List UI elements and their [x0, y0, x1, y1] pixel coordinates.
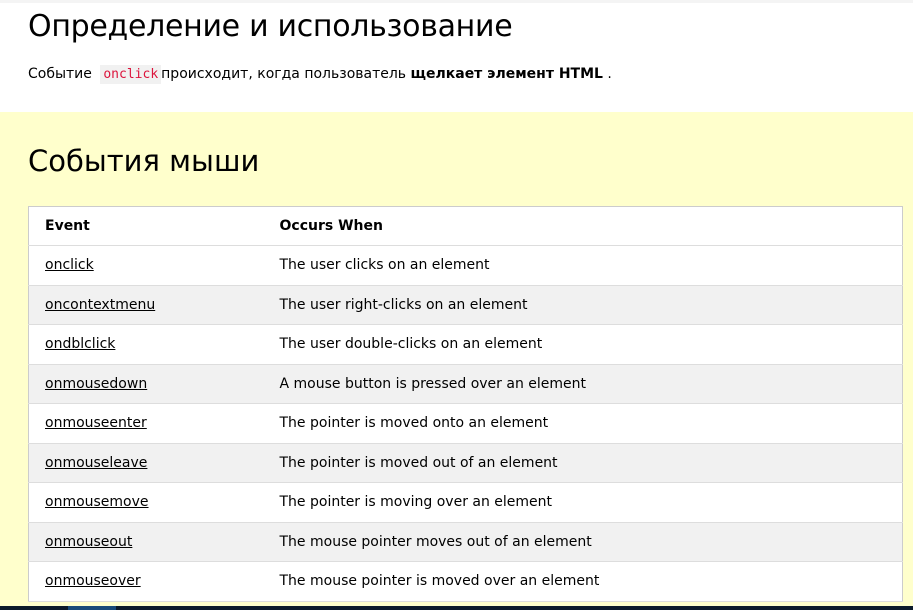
table-row: onmouseout The mouse pointer moves out of…	[28, 522, 903, 562]
description-cell: The mouse pointer moves out of an elemen…	[263, 522, 903, 562]
taskbar-item[interactable]	[68, 606, 116, 610]
event-cell: onclick	[28, 245, 264, 286]
description-cell: The pointer is moving over an element	[263, 482, 903, 523]
description-cell: A mouse button is pressed over an elemen…	[263, 364, 903, 404]
event-cell: oncontextmenu	[28, 285, 264, 325]
event-cell: onmouseout	[28, 522, 264, 562]
event-link-onmousemove[interactable]: onmousemove	[45, 494, 149, 510]
description-cell: The pointer is moved onto an element	[263, 403, 903, 444]
code-onclick: onclick	[100, 65, 162, 84]
section-title: События мыши	[28, 144, 260, 178]
event-cell: ondblclick	[28, 324, 264, 365]
header-event: Event	[28, 206, 264, 246]
event-cell: onmouseleave	[28, 443, 264, 483]
event-cell: onmouseover	[28, 561, 264, 602]
table-row: onmouseover The mouse pointer is moved ov…	[28, 561, 903, 602]
event-cell: onmouseenter	[28, 403, 264, 444]
table-row: onmousemove The pointer is moving over an…	[28, 482, 903, 523]
event-link-onmouseout[interactable]: onmouseout	[45, 534, 132, 550]
definition-section: Определение и использование Событие oncl…	[0, 0, 913, 112]
page-title: Определение и использование	[28, 9, 513, 44]
table-header: Event Occurs When	[28, 206, 903, 246]
description-cell: The mouse pointer is moved over an eleme…	[263, 561, 903, 602]
description-cell: The user clicks on an element	[263, 245, 903, 286]
text-before: Событие	[28, 66, 92, 82]
event-link-onclick[interactable]: onclick	[45, 257, 94, 273]
text-after: .	[607, 66, 612, 82]
event-link-oncontextmenu[interactable]: oncontextmenu	[45, 297, 155, 313]
table-row: oncontextmenu The user right-clicks on an…	[28, 285, 903, 325]
event-link-onmouseleave[interactable]: onmouseleave	[45, 455, 147, 471]
mouse-events-section: События мыши Event Occurs When onclick Th…	[0, 112, 913, 610]
event-cell: onmousedown	[28, 364, 264, 404]
description-cell: The user double-clicks on an element	[263, 324, 903, 365]
event-link-ondblclick[interactable]: ondblclick	[45, 336, 115, 352]
text-middle: происходит, когда пользователь	[161, 66, 407, 82]
table-row: onclick The user clicks on an element	[28, 245, 903, 286]
header-occurs-when: Occurs When	[263, 206, 903, 246]
event-cell: onmousemove	[28, 482, 264, 523]
event-link-onmouseover[interactable]: onmouseover	[45, 573, 141, 589]
event-link-onmouseenter[interactable]: onmouseenter	[45, 415, 147, 431]
description-cell: The pointer is moved out of an element	[263, 443, 903, 483]
event-link-onmousedown[interactable]: onmousedown	[45, 376, 147, 392]
definition-text: Событие onclick происходит, когда пользов…	[28, 65, 885, 84]
table-row: onmousedown A mouse button is pressed ove…	[28, 364, 903, 404]
description-cell: The user right-clicks on an element	[263, 285, 903, 325]
text-bold: щелкает элемент HTML	[410, 66, 603, 82]
table-row: onmouseenter The pointer is moved onto an…	[28, 403, 903, 444]
table-row: ondblclick The user double-clicks on an e…	[28, 324, 903, 365]
events-table: Event Occurs When onclick The user clicks…	[28, 206, 903, 602]
taskbar	[0, 606, 913, 610]
table-row: onmouseleave The pointer is moved out of …	[28, 443, 903, 483]
